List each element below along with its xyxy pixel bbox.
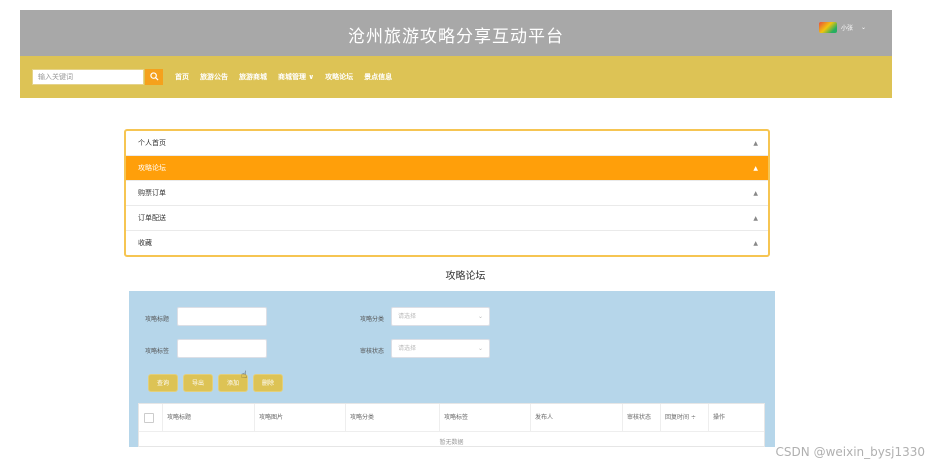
category-select-value: 请选择: [398, 313, 417, 320]
action-buttons: 查询 导出 添加 删除: [148, 374, 284, 392]
nav-menu: 首页 旅游公告 旅游商城 商城管理 ∨ 攻略论坛 景点信息: [175, 72, 392, 82]
export-button[interactable]: 导出: [183, 374, 214, 392]
section-title: 攻略论坛: [445, 271, 486, 282]
menu-item-favorites[interactable]: 收藏 ▲: [126, 231, 768, 255]
nav-item-attractions[interactable]: 景点信息: [364, 72, 392, 82]
status-label: 审核状态: [360, 348, 385, 355]
site-title: 沧州旅游攻略分享互动平台: [348, 27, 564, 47]
user-center-menu: 个人首页 ▲ 攻略论坛 ▲ 购票订单 ▲ 订单配送 ▲ 收藏 ▲: [124, 129, 770, 257]
nav-item-announcements[interactable]: 旅游公告: [200, 72, 228, 82]
chevron-down-icon: ⌄: [477, 345, 483, 352]
forum-panel: 攻略标题 攻略分类 请选择 ⌄ 攻略标签 审核状态 请选择 ⌄ 查询 导出 添加…: [129, 291, 775, 447]
status-select[interactable]: 请选择 ⌄: [391, 339, 490, 358]
menu-item-forum[interactable]: 攻略论坛 ▲: [126, 156, 768, 181]
status-select-value: 请选择: [398, 345, 417, 352]
hand-cursor-icon: ☝: [241, 370, 248, 381]
user-name[interactable]: 小张: [841, 23, 853, 32]
navbar: 输入关键词 首页 旅游公告 旅游商城 商城管理 ∨ 攻略论坛 景点信息: [20, 56, 892, 98]
column-header[interactable]: 攻略标题: [163, 404, 255, 432]
column-header[interactable]: 审核状态: [623, 404, 661, 432]
tag-input[interactable]: [177, 339, 267, 358]
user-menu[interactable]: 小张 ⌄: [818, 22, 866, 33]
site-header: 沧州旅游攻略分享互动平台 小张 ⌄: [20, 10, 892, 56]
category-select[interactable]: 请选择 ⌄: [391, 307, 490, 326]
menu-item-delivery[interactable]: 订单配送 ▲: [126, 206, 768, 231]
delete-button[interactable]: 删除: [253, 374, 284, 392]
nav-item-shop[interactable]: 旅游商城: [239, 72, 267, 82]
menu-item-label: 收藏: [138, 239, 152, 247]
menu-item-label: 个人首页: [138, 139, 166, 147]
caret-icon: ▲: [753, 190, 758, 197]
nav-item-shop-management[interactable]: 商城管理 ∨: [278, 72, 314, 82]
watermark: CSDN @weixin_bysj1330: [775, 445, 925, 459]
column-header[interactable]: 攻略图片: [255, 404, 346, 432]
search-button[interactable]: [145, 69, 163, 85]
caret-icon: ▲: [753, 240, 758, 247]
column-header[interactable]: 攻略标签: [440, 404, 531, 432]
menu-item-profile[interactable]: 个人首页 ▲: [126, 131, 768, 156]
empty-state: 暂无数据: [439, 439, 464, 446]
caret-icon: ▲: [753, 140, 758, 147]
title-label: 攻略标题: [145, 316, 170, 323]
menu-item-label: 订单配送: [138, 214, 166, 222]
chevron-down-icon: ⌄: [477, 313, 483, 320]
menu-item-label: 攻略论坛: [138, 164, 166, 172]
avatar[interactable]: [818, 22, 837, 33]
category-label: 攻略分类: [360, 316, 385, 323]
menu-item-ticket-orders[interactable]: 购票订单 ▲: [126, 181, 768, 206]
menu-item-label: 购票订单: [138, 189, 166, 197]
table-header: 攻略标题 攻略图片 攻略分类 攻略标签 发布人 审核状态 回复时间 ÷ 操作: [139, 404, 764, 432]
search-button[interactable]: 查询: [148, 374, 179, 392]
search-input[interactable]: 输入关键词: [32, 69, 144, 85]
select-all-cell: [139, 404, 163, 432]
column-header[interactable]: 回复时间 ÷: [661, 404, 709, 432]
tag-label: 攻略标签: [145, 348, 170, 355]
select-all-checkbox[interactable]: [144, 413, 154, 423]
caret-icon: ▲: [753, 215, 758, 222]
column-header[interactable]: 发布人: [531, 404, 623, 432]
forum-table: 攻略标题 攻略图片 攻略分类 攻略标签 发布人 审核状态 回复时间 ÷ 操作 暂…: [138, 403, 765, 447]
column-header[interactable]: 攻略分类: [346, 404, 440, 432]
search-icon: [149, 72, 159, 81]
column-header: 操作: [713, 414, 726, 421]
title-input[interactable]: [177, 307, 267, 326]
nav-item-home[interactable]: 首页: [175, 72, 189, 82]
chevron-down-icon[interactable]: ⌄: [861, 24, 866, 31]
caret-icon: ▲: [753, 165, 758, 172]
nav-item-forum[interactable]: 攻略论坛: [325, 72, 353, 82]
